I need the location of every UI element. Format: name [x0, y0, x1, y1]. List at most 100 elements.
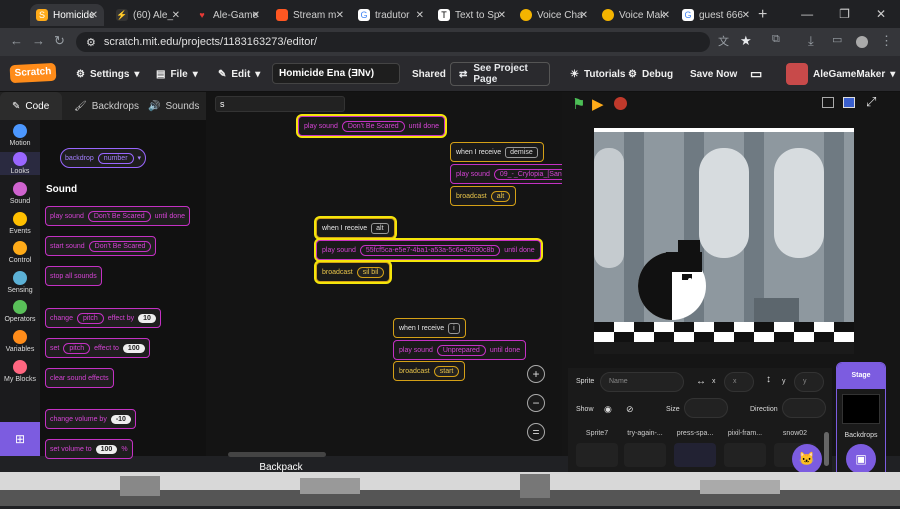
forward-icon[interactable]: → — [32, 33, 45, 48]
category-variables[interactable]: Variables — [0, 330, 40, 353]
category-events[interactable]: Events — [0, 212, 40, 235]
extensions-icon[interactable]: ⧉ — [772, 33, 780, 46]
set-volume-block[interactable]: set volume to 100% — [45, 439, 133, 459]
category-control[interactable]: Control — [0, 241, 40, 264]
sidebar-icon[interactable]: ▭ — [832, 33, 842, 46]
green-flag-icon[interactable]: ⚑ — [572, 95, 585, 113]
category-sensing[interactable]: Sensing — [0, 271, 40, 294]
my-stuff-folder-icon[interactable]: ▭ — [750, 56, 762, 92]
bookmark-star-icon[interactable]: ★ — [740, 33, 752, 49]
save-now-button[interactable]: Save Now — [690, 56, 737, 92]
close-icon[interactable]: ✕ — [580, 10, 588, 21]
tab-sounds[interactable]: 🔊 Sounds — [148, 92, 199, 120]
tab-code[interactable]: ✎ Code — [0, 92, 62, 120]
add-sprite-button[interactable]: 🐱 — [792, 444, 822, 474]
zoom-reset-button[interactable]: = — [527, 423, 545, 441]
play-sound-block[interactable]: play sound 09_-_Crylopia_[Sani — [450, 164, 576, 184]
direction-input[interactable] — [782, 398, 826, 418]
settings-menu[interactable]: ⚙ Settings ▾ — [76, 56, 139, 92]
block-dropdown[interactable]: demise — [505, 146, 538, 158]
block-dropdown[interactable]: 55fcf5ca-e5e7-4ba1-a53a-5c6e42090c8b — [359, 244, 501, 256]
close-icon[interactable]: ✕ — [172, 10, 180, 21]
block-dropdown[interactable]: Unprepared — [436, 344, 486, 356]
sprite-thumb[interactable]: try-again-... — [622, 430, 668, 467]
zoom-out-button[interactable]: − — [527, 394, 545, 412]
stage-canvas[interactable] — [594, 128, 854, 354]
normal-stage-icon[interactable] — [843, 97, 855, 108]
tutorials-button[interactable]: ☀ Tutorials — [570, 56, 625, 92]
play-sound-block[interactable]: play sound Unprepared until done — [393, 340, 527, 360]
stop-all-sounds-block[interactable]: stop all sounds — [45, 266, 102, 286]
browser-tab[interactable]: Gtradutor ✕ — [352, 4, 430, 26]
broadcast-block[interactable]: broadcast start — [393, 361, 466, 381]
show-hidden-icon[interactable]: ⊘ — [626, 404, 634, 415]
block-dropdown[interactable]: number — [97, 152, 134, 164]
when-i-receive-hat[interactable]: when I receive i — [393, 318, 466, 338]
block-number-input[interactable]: 100 — [122, 343, 145, 353]
block-number-input[interactable]: 100 — [95, 444, 118, 454]
minimize-icon[interactable]: — — [801, 7, 813, 21]
change-effect-block[interactable]: change pitch effect by 10 — [45, 308, 161, 328]
fullscreen-icon[interactable]: ⤢ — [866, 94, 876, 110]
block-dropdown[interactable]: 09_-_Crylopia_[Sani — [493, 168, 570, 180]
workspace-scrollbar[interactable] — [228, 452, 326, 457]
block-dropdown[interactable]: alt — [490, 190, 511, 202]
close-icon[interactable]: ✕ — [876, 7, 886, 21]
category-motion[interactable]: Motion — [0, 124, 40, 147]
block-dropdown[interactable]: Don't Be Scared — [88, 240, 152, 252]
profile-avatar[interactable] — [856, 36, 868, 48]
close-icon[interactable]: ✕ — [416, 10, 424, 21]
block-dropdown[interactable]: alt — [371, 222, 389, 234]
play-sound-block[interactable]: play sound 55fcf5ca-e5e7-4ba1-a53a-5c6e42… — [316, 240, 541, 260]
clear-sound-effects-block[interactable]: clear sound effects — [45, 368, 114, 388]
play-sound-block[interactable]: play sound Don't Be Scared until done — [298, 116, 445, 136]
file-menu[interactable]: ▤ File ▾ — [156, 56, 198, 92]
project-title-input[interactable]: Homicide Ena (ƎNv) — [272, 63, 400, 84]
stop-icon[interactable] — [614, 97, 627, 110]
browser-tab[interactable]: Stream m ✕ — [270, 4, 350, 26]
add-backdrop-button[interactable]: ▣ — [846, 444, 876, 474]
block-dropdown[interactable]: i — [448, 322, 460, 334]
size-input[interactable] — [684, 398, 728, 418]
close-icon[interactable]: ✕ — [662, 10, 670, 21]
show-visible-icon[interactable]: ◉ — [604, 404, 612, 415]
translate-icon[interactable]: 文 — [718, 33, 729, 49]
browser-tab[interactable]: ♥ Ale-Game ✕ — [190, 4, 266, 26]
browser-tab[interactable]: ⚡ (60) Ale_ ✕ — [110, 4, 186, 26]
zoom-in-button[interactable]: + — [527, 365, 545, 383]
browser-tab[interactable]: Voice Mak ✕ — [596, 4, 676, 26]
change-volume-block[interactable]: change volume by -10 — [45, 409, 136, 429]
close-icon[interactable]: ✕ — [252, 10, 260, 21]
sprite-thumb[interactable]: Sprite7 — [574, 430, 620, 467]
sprite-thumb[interactable]: press-spa... — [672, 430, 718, 467]
edit-menu[interactable]: ✎ Edit ▾ — [218, 56, 260, 92]
tab-backdrops[interactable]: 🖌 Backdrops — [74, 92, 139, 120]
category-operators[interactable]: Operators — [0, 300, 40, 323]
debug-button[interactable]: ⚙ Debug — [628, 56, 673, 92]
block-dropdown[interactable]: sil bil — [356, 266, 385, 278]
play-icon[interactable]: ▶ — [592, 95, 604, 113]
when-i-receive-hat[interactable]: when I receive demise — [450, 142, 544, 162]
maximize-icon[interactable]: ❐ — [839, 7, 850, 21]
category-my-blocks[interactable]: My Blocks — [0, 360, 40, 383]
block-dropdown[interactable]: Don't Be Scared — [87, 210, 151, 222]
when-i-receive-hat[interactable]: when I receive alt — [316, 218, 395, 238]
block-dropdown[interactable]: pitch — [76, 312, 104, 324]
start-sound-block[interactable]: start sound Don't Be Scared — [45, 236, 157, 256]
block-number-input[interactable]: 10 — [138, 313, 156, 323]
block-dropdown[interactable]: pitch — [63, 342, 91, 354]
browser-tab[interactable]: T Text to Sp ✕ — [432, 4, 512, 26]
add-extension-button[interactable]: ⊞ — [0, 422, 40, 456]
browser-tab[interactable]: Gguest 666 ✕ — [676, 4, 756, 26]
broadcast-block[interactable]: broadcast sil bil — [316, 262, 391, 282]
back-icon[interactable]: ← — [10, 33, 23, 48]
close-icon[interactable]: ✕ — [498, 10, 506, 21]
close-icon[interactable]: ✕ — [90, 10, 98, 21]
browser-tab[interactable]: Voice Cha ✕ — [514, 4, 594, 26]
see-project-page-button[interactable]: ⇄ See Project Page — [450, 62, 550, 86]
reload-icon[interactable]: ↻ — [54, 33, 65, 49]
user-menu[interactable]: AleGameMaker ▾ — [786, 56, 895, 92]
close-icon[interactable]: ✕ — [742, 10, 750, 21]
block-dropdown[interactable]: Don't Be Scared — [341, 120, 405, 132]
scratch-logo[interactable]: Scratch — [9, 62, 57, 84]
